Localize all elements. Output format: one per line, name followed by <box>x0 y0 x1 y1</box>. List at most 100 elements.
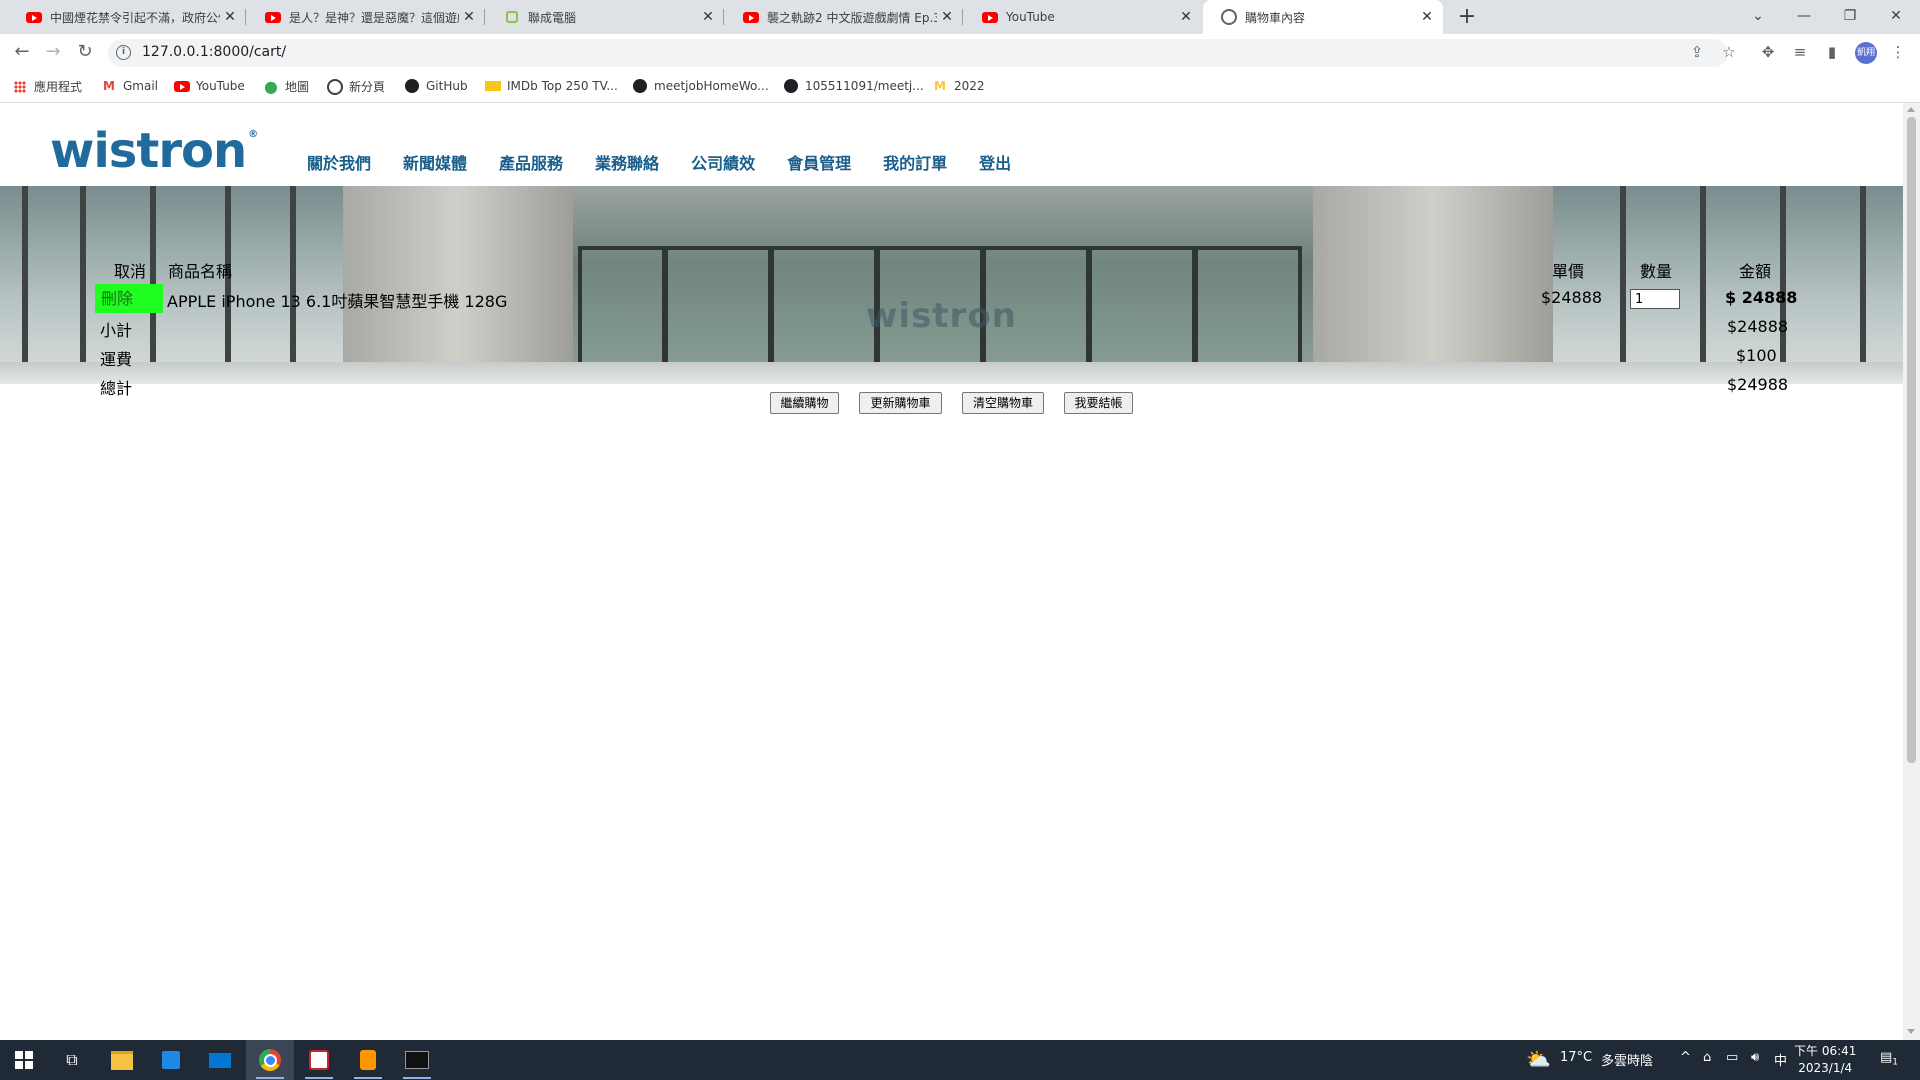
file-explorer-button[interactable] <box>98 1040 146 1080</box>
bookmark-label: GitHub <box>426 79 468 93</box>
close-tab-icon[interactable]: ✕ <box>459 9 479 25</box>
header-quantity: 數量 <box>1640 262 1673 281</box>
youtube-icon <box>174 78 190 94</box>
github-icon <box>783 78 799 94</box>
reload-button[interactable]: ↻ <box>73 40 97 64</box>
close-tab-icon[interactable]: ✕ <box>220 9 240 25</box>
weather-temp[interactable]: 17°C <box>1560 1050 1592 1065</box>
minimize-button[interactable]: — <box>1784 4 1824 28</box>
total-value: $24988 <box>1727 375 1789 394</box>
mail-button[interactable] <box>196 1040 244 1080</box>
nav-my-orders[interactable]: 我的訂單 <box>883 150 947 174</box>
bookmark-star-icon[interactable]: ☆ <box>1719 42 1739 62</box>
nav-news[interactable]: 新聞媒體 <box>403 150 467 174</box>
terminal-button[interactable] <box>393 1040 441 1080</box>
bookmark-maps[interactable]: ⬤ 地圖 <box>263 78 309 95</box>
tab-5[interactable]: YouTube ✕ <box>964 0 1202 34</box>
terminal-icon <box>405 1051 429 1069</box>
bookmark-new-tab[interactable]: 新分頁 <box>327 78 385 95</box>
start-button[interactable] <box>0 1040 48 1080</box>
profile-avatar[interactable]: 凱翔 <box>1855 42 1877 64</box>
bookmark-meetjob[interactable]: meetjobHomeWo... <box>632 78 769 94</box>
nav-performance[interactable]: 公司績效 <box>691 150 755 174</box>
bookmark-2022[interactable]: M 2022 <box>932 78 985 94</box>
chrome-button[interactable] <box>246 1040 294 1080</box>
address-bar[interactable]: i 127.0.0.1:8000/cart/ <box>108 39 1728 67</box>
network-icon[interactable]: ▭ <box>1726 1050 1738 1065</box>
show-hidden-icons-icon[interactable]: ^ <box>1680 1050 1691 1065</box>
calculator-button[interactable] <box>295 1040 343 1080</box>
share-icon[interactable]: ⇪ <box>1687 42 1707 62</box>
nav-logout[interactable]: 登出 <box>979 150 1011 174</box>
close-tab-icon[interactable]: ✕ <box>937 9 957 25</box>
wistron-logo[interactable]: wistron ® <box>50 123 258 179</box>
tab-2[interactable]: 是人？是神？還是惡魔？這個遊戲... ✕ <box>247 0 485 34</box>
close-tab-icon[interactable]: ✕ <box>698 9 718 25</box>
nav-products[interactable]: 產品服務 <box>499 150 563 174</box>
url-text[interactable]: 127.0.0.1:8000/cart/ <box>142 44 286 60</box>
mail-icon <box>209 1052 231 1068</box>
clock[interactable]: 下午 06:41 2023/1/4 <box>1794 1043 1856 1077</box>
onedrive-icon[interactable]: ⌂ <box>1703 1050 1711 1065</box>
tab-6[interactable]: 購物車內容 ✕ <box>1203 0 1443 34</box>
delete-item-button[interactable]: 刪除 <box>95 284 163 313</box>
bookmark-gmail[interactable]: M Gmail <box>101 78 158 94</box>
task-view-button[interactable]: ⧉ <box>48 1040 96 1080</box>
bookmark-github[interactable]: GitHub <box>404 78 468 94</box>
scrollbar-thumb[interactable] <box>1907 117 1916 763</box>
close-tab-icon[interactable]: ✕ <box>1417 9 1437 25</box>
youtube-icon <box>26 9 42 25</box>
tab-4[interactable]: 襲之軌跡2 中文版遊戲劇情 Ep.3 ... ✕ <box>725 0 963 34</box>
app-icon <box>309 1050 329 1070</box>
scroll-up-icon[interactable] <box>1907 107 1915 112</box>
sublime-text-button[interactable] <box>344 1040 392 1080</box>
update-cart-button[interactable]: 更新購物車 <box>859 392 942 414</box>
globe-icon <box>1221 9 1237 25</box>
vertical-scrollbar[interactable] <box>1903 103 1920 1040</box>
clear-cart-button[interactable]: 清空購物車 <box>962 392 1044 414</box>
logo-text: wistron <box>50 123 247 179</box>
nav-contact[interactable]: 業務聯絡 <box>595 150 659 174</box>
bookmark-imdb[interactable]: IMDb Top 250 TV... <box>485 78 618 94</box>
side-panel-icon[interactable]: ▮ <box>1822 42 1842 62</box>
weather-desc[interactable]: 多雲時陰 <box>1601 1050 1653 1069</box>
folder-icon <box>111 1050 133 1070</box>
weather-icon[interactable]: ⛅ <box>1526 1047 1551 1071</box>
close-tab-icon[interactable]: ✕ <box>1176 9 1196 25</box>
back-button[interactable]: ← <box>10 40 34 64</box>
volume-icon[interactable]: 🔊︎ <box>1751 1050 1759 1065</box>
close-window-button[interactable]: ✕ <box>1876 4 1916 28</box>
tab-search-icon[interactable]: ⌄ <box>1738 4 1778 28</box>
tab-title: 聯成電腦 <box>528 10 577 25</box>
forward-button[interactable]: → <box>41 40 65 64</box>
tab-title: 購物車內容 <box>1245 10 1306 25</box>
maximize-button[interactable]: ❐ <box>1830 4 1870 28</box>
checkout-button[interactable]: 我要結帳 <box>1064 392 1133 414</box>
store-button[interactable] <box>147 1040 195 1080</box>
reading-list-icon[interactable]: ≡ <box>1790 42 1810 62</box>
maps-pin-icon: ⬤ <box>264 79 278 94</box>
new-tab-button[interactable]: + <box>1454 4 1480 30</box>
quantity-input[interactable] <box>1630 289 1680 309</box>
header-unit-price: 單價 <box>1552 262 1585 281</box>
scroll-down-icon[interactable] <box>1907 1029 1915 1034</box>
extensions-icon[interactable]: ✥ <box>1758 42 1778 62</box>
nav-about[interactable]: 關於我們 <box>307 150 371 174</box>
bookmark-youtube[interactable]: YouTube <box>174 78 245 94</box>
tab-1[interactable]: 中國煙花禁令引起不滿，政府公佈... ✕ <box>8 0 246 34</box>
ime-indicator[interactable]: 中 <box>1774 1050 1787 1069</box>
bookmarks-bar: 應用程式 M Gmail YouTube ⬤ 地圖 新分頁 GitHub IMD… <box>0 70 1920 103</box>
nav-members[interactable]: 會員管理 <box>787 150 851 174</box>
continue-shopping-button[interactable]: 繼續購物 <box>770 392 839 414</box>
bookmark-repo[interactable]: 105511091/meetj... <box>783 78 924 94</box>
github-icon <box>404 78 420 94</box>
notification-center-icon[interactable]: ▤1 <box>1880 1050 1898 1068</box>
bookmark-apps[interactable]: 應用程式 <box>12 78 82 95</box>
site-info-icon[interactable]: i <box>116 45 131 60</box>
mcdonalds-icon: M <box>934 79 946 93</box>
youtube-icon <box>982 9 998 25</box>
tab-strip: 中國煙花禁令引起不滿，政府公佈... ✕ 是人？是神？還是惡魔？這個遊戲... … <box>0 0 1920 34</box>
tab-3[interactable]: 聯成電腦 ✕ <box>486 0 724 34</box>
banner-sign-text: wistron <box>866 296 1017 336</box>
menu-icon[interactable]: ⋮ <box>1888 42 1908 62</box>
